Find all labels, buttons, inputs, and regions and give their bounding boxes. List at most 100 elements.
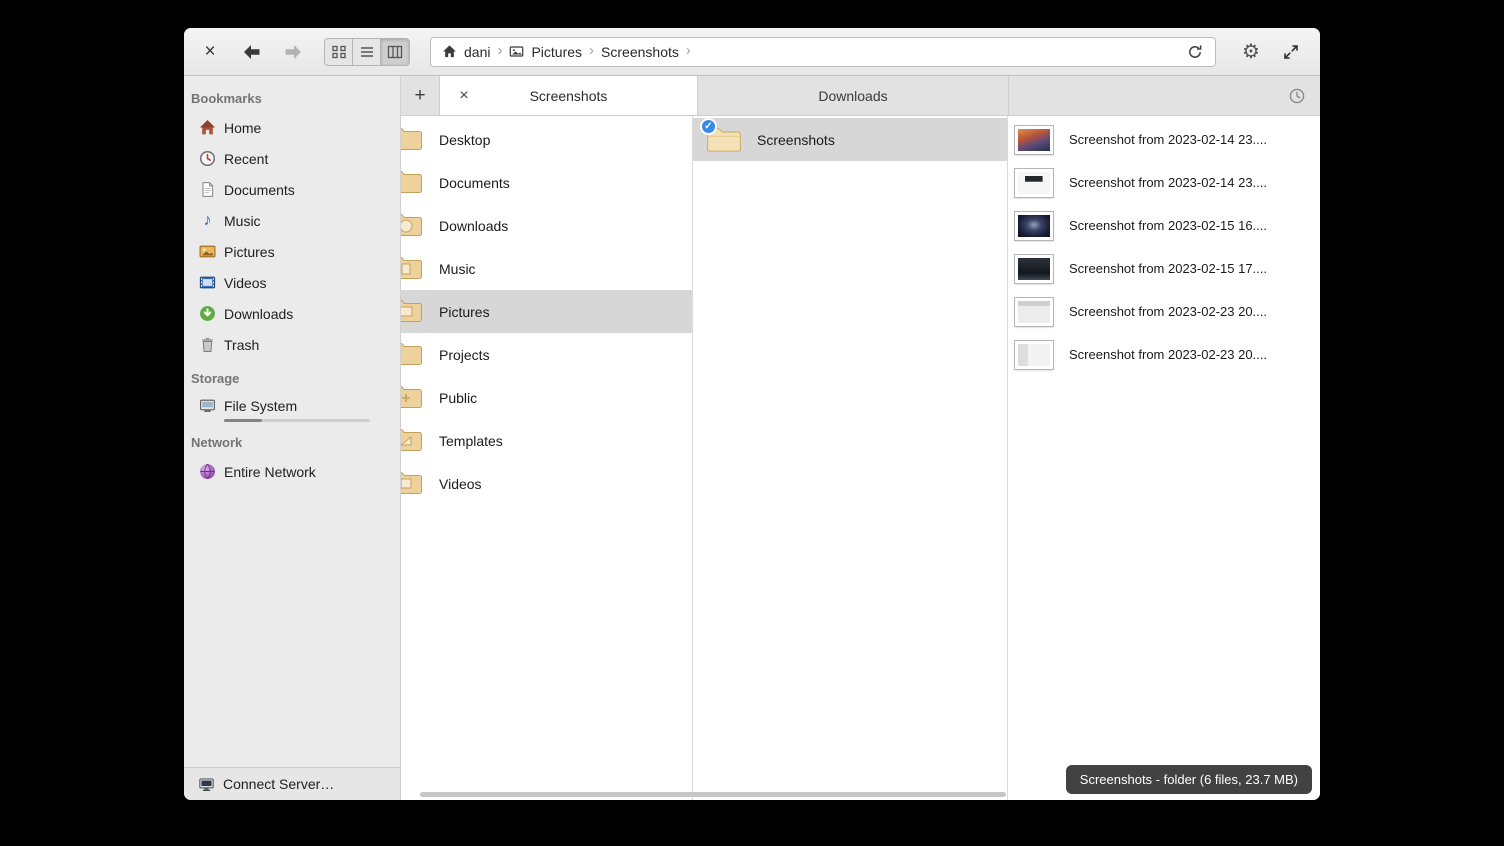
folder-icon <box>401 168 423 196</box>
file-name: Screenshot from 2023-02-23 20.... <box>1069 304 1267 319</box>
tab-bar: + × Screenshots Downloads <box>401 76 1320 116</box>
chevron-icon: › <box>589 43 594 58</box>
folder-icon <box>401 383 423 411</box>
folder-row-pictures[interactable]: Pictures <box>401 290 692 333</box>
close-icon: × <box>459 87 468 104</box>
folder-label: Videos <box>439 476 482 492</box>
folder-label: Music <box>439 261 476 277</box>
window-close-button[interactable]: × <box>196 38 224 66</box>
sidebar-item-label: File System <box>224 398 297 414</box>
column-view-button[interactable] <box>381 39 409 65</box>
refresh-button[interactable] <box>1181 39 1209 65</box>
tab-close-button[interactable]: × <box>451 76 477 115</box>
tab-screenshots[interactable]: × Screenshots <box>439 76 698 115</box>
file-name: Screenshot from 2023-02-15 17.... <box>1069 261 1267 276</box>
sidebar-item-downloads[interactable]: Downloads <box>184 298 400 329</box>
file-row[interactable]: Screenshot from 2023-02-15 16.... <box>1008 204 1320 247</box>
chevron-icon: › <box>686 43 691 58</box>
horizontal-scrollbar[interactable] <box>420 792 1006 797</box>
settings-menu-button[interactable]: ⚙ <box>1234 37 1268 67</box>
sidebar-item-label: Home <box>224 120 261 136</box>
tab-label: Screenshots <box>530 88 608 104</box>
sidebar-item-trash[interactable]: Trash <box>184 329 400 360</box>
sidebar-item-videos[interactable]: Videos <box>184 267 400 298</box>
file-thumbnail <box>1015 298 1053 326</box>
disk-usage-bar <box>224 419 370 422</box>
document-icon <box>199 181 216 198</box>
folder-label: Public <box>439 390 477 406</box>
folder-label: Templates <box>439 433 503 449</box>
folder-row-documents[interactable]: Documents <box>401 161 692 204</box>
close-icon: × <box>204 41 215 63</box>
folder-row-desktop[interactable]: Desktop <box>401 118 692 161</box>
sidebar-item-documents[interactable]: Documents <box>184 174 400 205</box>
downloads-icon <box>199 305 216 322</box>
sidebar-item-label: Recent <box>224 151 268 167</box>
sidebar-item-label: Pictures <box>224 244 275 260</box>
main-area: + × Screenshots Downloads <box>401 76 1320 800</box>
grid-view-icon <box>331 45 347 59</box>
grid-view-button[interactable] <box>325 39 353 65</box>
window-body: Bookmarks Home Recent Documents ♪ <box>184 76 1320 800</box>
forward-button[interactable] <box>280 39 306 65</box>
file-row[interactable]: Screenshot from 2023-02-23 20.... <box>1008 290 1320 333</box>
sidebar-item-label: Trash <box>224 337 259 353</box>
sidebar-item-label: Music <box>224 213 261 229</box>
sidebar-item-label: Videos <box>224 275 267 291</box>
sidebar-item-home[interactable]: Home <box>184 112 400 143</box>
recent-icon <box>199 150 216 167</box>
folder-label: Documents <box>439 175 510 191</box>
folder-icon-wrap: ✓ <box>706 125 742 155</box>
breadcrumb[interactable]: dani › Pictures › Screenshots › <box>430 37 1216 67</box>
trash-icon <box>199 336 216 353</box>
breadcrumb-pictures[interactable]: Pictures <box>509 44 582 60</box>
file-name: Screenshot from 2023-02-23 20.... <box>1069 347 1267 362</box>
folder-label: Pictures <box>439 304 490 320</box>
file-row[interactable]: Screenshot from 2023-02-14 23.... <box>1008 161 1320 204</box>
connect-server-button[interactable]: Connect Server… <box>184 767 400 800</box>
sidebar-item-file-system[interactable]: File System <box>184 392 400 419</box>
folder-row-downloads[interactable]: Downloads <box>401 204 692 247</box>
file-row[interactable]: Screenshot from 2023-02-15 17.... <box>1008 247 1320 290</box>
column-view-icon <box>387 45 403 59</box>
history-button[interactable] <box>1274 76 1320 115</box>
folder-label: Screenshots <box>757 132 835 148</box>
sidebar-item-entire-network[interactable]: Entire Network <box>184 456 400 487</box>
files-window: × <box>184 28 1320 800</box>
disk-usage-fill <box>224 419 262 422</box>
folder-row-videos[interactable]: Videos <box>401 462 692 505</box>
breadcrumb-screenshots[interactable]: Screenshots <box>601 44 679 60</box>
videos-icon <box>199 274 216 291</box>
folder-row-screenshots[interactable]: ✓ Screenshots <box>693 118 1007 161</box>
list-view-button[interactable] <box>353 39 381 65</box>
sidebar-item-label: Downloads <box>224 306 293 322</box>
fullscreen-button[interactable] <box>1274 37 1308 67</box>
folder-row-projects[interactable]: Projects <box>401 333 692 376</box>
sidebar-section-network: Network <box>184 424 400 456</box>
check-icon: ✓ <box>704 121 712 132</box>
file-row[interactable]: Screenshot from 2023-02-23 20.... <box>1008 333 1320 376</box>
folder-icon <box>401 125 423 153</box>
file-thumbnail <box>1015 341 1053 369</box>
folder-icon <box>401 211 423 239</box>
folder-icon <box>401 297 423 325</box>
folder-label: Projects <box>439 347 490 363</box>
forward-arrow-icon <box>284 44 303 60</box>
breadcrumb-home[interactable]: dani <box>442 44 490 60</box>
back-button[interactable] <box>238 39 264 65</box>
folder-row-music[interactable]: Music <box>401 247 692 290</box>
sidebar-item-music[interactable]: ♪ Music <box>184 205 400 236</box>
folder-row-public[interactable]: Public <box>401 376 692 419</box>
folder-icon <box>401 426 423 454</box>
tab-downloads[interactable]: Downloads <box>698 76 1009 115</box>
file-thumbnail <box>1015 212 1053 240</box>
file-row[interactable]: Screenshot from 2023-02-14 23.... <box>1008 118 1320 161</box>
folder-row-templates[interactable]: Templates <box>401 419 692 462</box>
gear-icon: ⚙ <box>1242 39 1260 64</box>
sidebar-item-pictures[interactable]: Pictures <box>184 236 400 267</box>
sidebar-scroll: Bookmarks Home Recent Documents ♪ <box>184 76 400 767</box>
column-view: Desktop Documents Downloads Music <box>401 116 1320 800</box>
new-tab-button[interactable]: + <box>401 76 439 115</box>
chevron-icon: › <box>497 43 502 58</box>
sidebar-item-recent[interactable]: Recent <box>184 143 400 174</box>
